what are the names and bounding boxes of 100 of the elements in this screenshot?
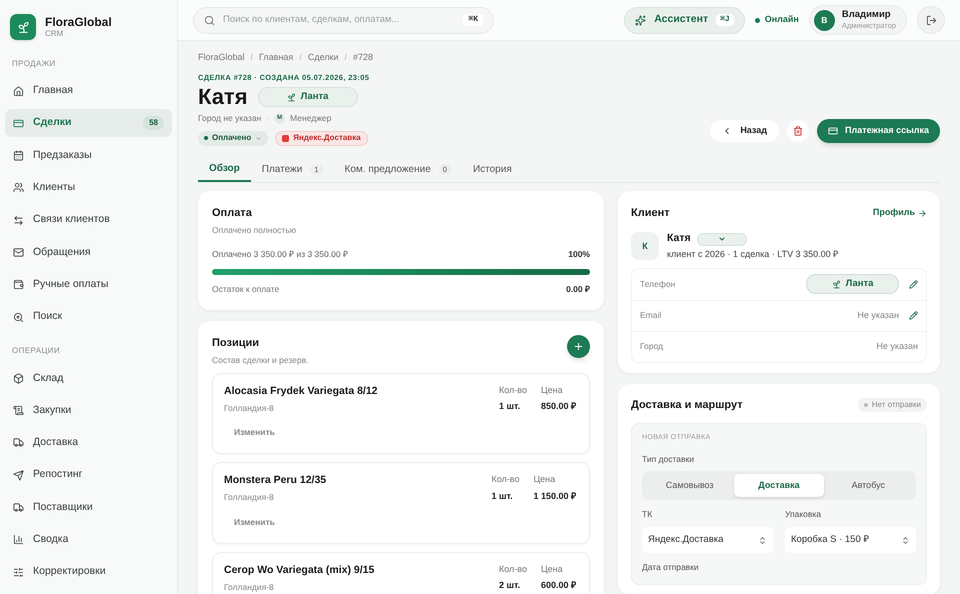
price-label: Цена: [540, 562, 564, 576]
nav-item[interactable]: Поиск: [5, 303, 172, 332]
remaining-value: 0.00 ₽: [566, 282, 590, 296]
nav-item[interactable]: Поставщики: [5, 494, 172, 522]
card-subtitle: Оплачено полностью: [212, 224, 298, 237]
price-value: 1 150.00 ₽: [533, 490, 576, 503]
qty-value: 1 шт.: [498, 400, 522, 414]
nav-item[interactable]: Связи клиентов: [5, 206, 172, 234]
select-field[interactable]: Яндекс.Доставка: [642, 527, 773, 553]
users-icon: [13, 182, 24, 194]
search-field[interactable]: Поиск по клиентам, сделкам, оплатам... ⌘K: [193, 6, 494, 34]
box-icon: [13, 372, 24, 384]
breadcrumb-link[interactable]: Главная: [259, 51, 294, 64]
client-summary: клиент с 2026 · 1 сделка · LTV 3 350.00 ₽: [667, 248, 838, 261]
sprout-icon: [286, 92, 296, 102]
nav-item[interactable]: Склад: [5, 364, 172, 392]
nav-item[interactable]: Сводка: [5, 526, 172, 554]
delete-button[interactable]: [787, 120, 810, 142]
product-name: Alocasia Frydek Variegata 8/12: [224, 384, 378, 399]
add-button[interactable]: [567, 334, 590, 358]
price-label: Цена: [533, 473, 556, 486]
home-icon: [13, 86, 24, 96]
supplier-text: Голландия-8: [224, 402, 275, 414]
breadcrumb-link[interactable]: FloraGlobal: [198, 51, 245, 64]
arrows-icon: [13, 214, 24, 226]
arrow-right-icon: [918, 208, 927, 218]
back-button[interactable]: Назад: [710, 120, 780, 142]
field-value: Не указан: [876, 340, 918, 353]
bar-chart-icon: [13, 534, 24, 546]
paid-text: Оплачено 3 350.00 ₽ из 3 350.00 ₽: [212, 248, 348, 261]
product-name: Monstera Peru 12/35: [224, 473, 326, 488]
product-name: Cerop Wo Variegata (mix) 9/15: [224, 562, 374, 578]
segment-option[interactable]: Доставка: [734, 474, 824, 498]
card-title: Доставка и маршрут: [631, 398, 743, 412]
manager-text: Менеджер: [290, 112, 332, 125]
app-name: FloraGlobal: [45, 16, 112, 28]
supplier-text: Голландия-8: [224, 580, 275, 594]
nav-item[interactable]: Репостинг: [5, 461, 172, 490]
edit-button[interactable]: Изменить: [234, 516, 275, 528]
field-label: Телефон: [640, 278, 676, 290]
tag-chip: Ланта: [258, 87, 358, 107]
nav-item[interactable]: Корректировки: [5, 558, 172, 586]
deal-title: Катя: [198, 84, 248, 110]
profile-link[interactable]: Профиль: [872, 206, 927, 220]
chevrons-icon: [758, 536, 767, 544]
price-value: 850.00 ₽: [540, 400, 576, 414]
assistant-button[interactable]: Ассистент ⌘J: [624, 6, 745, 34]
breadcrumb-separator: /: [299, 51, 302, 64]
qty-value: 2 шт.: [498, 579, 522, 592]
client-name: Катя: [667, 231, 691, 246]
sprout-icon: [16, 20, 30, 34]
card-icon: [828, 126, 838, 136]
breadcrumb-link[interactable]: #728: [353, 51, 374, 64]
section-title: ОПЕРАЦИИ: [11, 345, 62, 358]
edit-icon[interactable]: [909, 311, 918, 320]
shortcut-key: ⌘K: [463, 14, 483, 26]
status-label: Онлайн: [764, 13, 799, 26]
nav-item[interactable]: Ручные оплаты: [5, 270, 172, 299]
field-value: Не указан: [857, 308, 899, 322]
field-label: ТК: [642, 508, 654, 521]
sliders-icon: [13, 566, 24, 578]
status-dropdown[interactable]: Оплачено: [198, 130, 268, 146]
breadcrumb-separator: /: [344, 51, 348, 64]
payment-link-button[interactable]: Платежная ссылка: [817, 118, 940, 143]
nav-item[interactable]: Предзаказы: [5, 142, 172, 170]
search-input[interactable]: Поиск по клиентам, сделкам, оплатам...: [223, 12, 456, 28]
edit-icon[interactable]: [909, 280, 918, 288]
field-label: Тип доставки: [642, 452, 695, 466]
shortcut-key: ⌘J: [716, 14, 734, 26]
trash-icon: [793, 126, 804, 136]
card-title: Оплата: [212, 206, 253, 221]
truck-icon: [13, 502, 24, 514]
logout-button[interactable]: [917, 6, 945, 34]
nav-item[interactable]: Обращения: [5, 238, 172, 266]
scroll-icon: [13, 405, 24, 416]
count-badge: 58: [143, 116, 164, 130]
nav-item[interactable]: Закупки: [5, 396, 172, 425]
paid-percent: 100%: [568, 248, 590, 261]
segment-option[interactable]: Самовывоз: [645, 474, 734, 498]
nav-item[interactable]: Клиенты: [5, 174, 172, 202]
sprout-icon: [832, 280, 841, 288]
plus-icon: [573, 340, 584, 352]
qty-label: Кол-во: [498, 384, 527, 397]
nav-item[interactable]: Главная: [5, 77, 172, 105]
segment-option[interactable]: Автобус: [824, 474, 913, 498]
field-label: Email: [640, 309, 662, 322]
user-name: Владимир: [842, 9, 892, 22]
nav-item[interactable]: Сделки 58: [5, 109, 172, 138]
city-text: Город не указан: [198, 112, 262, 125]
breadcrumb-link[interactable]: Сделки: [308, 51, 339, 64]
nav-item[interactable]: Доставка: [5, 428, 172, 457]
tab[interactable]: История: [462, 156, 523, 182]
edit-button[interactable]: Изменить: [234, 426, 275, 439]
tag-chip: Ланта: [806, 274, 899, 294]
tab[interactable]: Обзор: [198, 156, 251, 182]
chevrons-icon: [901, 536, 910, 544]
mail-icon: [13, 246, 24, 258]
card-subtitle: Состав сделки и резерв.: [212, 354, 308, 367]
select-field[interactable]: Коробка S · 150 ₽: [785, 527, 916, 553]
separator-dot: ·: [266, 112, 270, 125]
